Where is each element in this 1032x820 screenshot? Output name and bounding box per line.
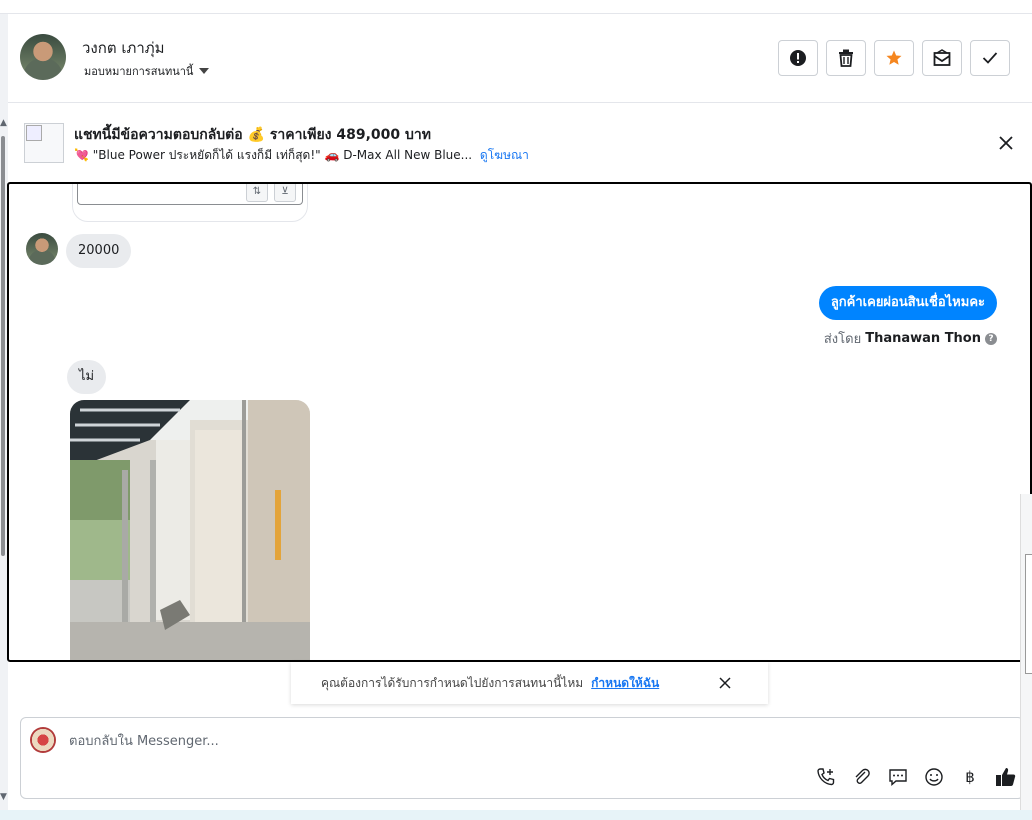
emoji-icon[interactable] bbox=[923, 766, 945, 788]
sent-by-info: ส่งโดย Thanawan Thon ? bbox=[824, 328, 997, 349]
ad-subtitle: 💘 "Blue Power ประหยัดก็ได้ แรงก็มี เท่ก็… bbox=[74, 146, 529, 165]
trash-icon bbox=[839, 49, 853, 67]
conversation-header: วงกต เภาภุ่ม มอบหมายการสนทนานี้ bbox=[8, 14, 1032, 103]
delete-button[interactable] bbox=[826, 40, 866, 76]
sent-by-prefix: ส่งโดย bbox=[823, 332, 862, 347]
mark-unread-button[interactable] bbox=[922, 40, 962, 76]
page-avatar bbox=[30, 727, 56, 753]
top-border bbox=[0, 0, 1032, 14]
saved-reply-icon[interactable] bbox=[887, 766, 909, 788]
help-icon[interactable]: ? bbox=[985, 332, 997, 345]
envelope-icon bbox=[933, 49, 951, 66]
filter-icon[interactable]: ⊻ bbox=[274, 184, 296, 202]
contact-name[interactable]: วงกต เภาภุ่ม bbox=[82, 36, 165, 60]
suggestion-text: คุณต้องการได้รับการกำหนดไปยังการสนทนานี้… bbox=[321, 675, 584, 690]
reply-input[interactable] bbox=[69, 730, 769, 752]
caret-down-icon bbox=[199, 68, 210, 74]
sort-icon[interactable]: ⇅ bbox=[246, 184, 268, 202]
scrollbar-thumb[interactable] bbox=[1, 136, 5, 556]
form-text-field[interactable]: ⇅ ⊻ bbox=[77, 184, 303, 205]
mark-done-button[interactable] bbox=[970, 40, 1010, 76]
reply-composer: ฿ bbox=[20, 717, 1024, 799]
form-card: ⇅ ⊻ bbox=[72, 184, 308, 222]
paperclip-icon[interactable] bbox=[851, 766, 873, 788]
contact-avatar-small bbox=[26, 233, 58, 265]
phone-plus-icon[interactable] bbox=[815, 766, 837, 788]
message-thread[interactable]: ⇅ ⊻ 20000 ลูกค้าเคยผ่อนสินเชื่อไหมคะ ส่ง… bbox=[7, 182, 1032, 662]
incoming-message: ไม่ bbox=[67, 360, 107, 394]
assign-to-me-link[interactable]: กำหนดให้ฉัน bbox=[591, 674, 659, 693]
assign-suggestion-toast: คุณต้องการได้รับการกำหนดไปยังการสนทนานี้… bbox=[291, 662, 768, 704]
contact-avatar[interactable] bbox=[20, 34, 66, 80]
ad-thumbnail[interactable] bbox=[24, 123, 64, 163]
ad-subtitle-text: 💘 "Blue Power ประหยัดก็ได้ แรงก็มี เท่ก็… bbox=[74, 148, 473, 162]
svg-text:฿: ฿ bbox=[965, 768, 975, 786]
bottom-strip bbox=[0, 810, 1032, 820]
view-ad-link[interactable]: ดูโฆษณา bbox=[480, 148, 529, 162]
side-panel-edge bbox=[1020, 494, 1032, 820]
incoming-message: 20000 bbox=[66, 234, 132, 268]
side-panel-card bbox=[1025, 554, 1032, 674]
assign-label: มอบหมายการสนทนานี้ bbox=[84, 65, 194, 78]
assign-conversation-dropdown[interactable]: มอบหมายการสนทนานี้ bbox=[84, 62, 210, 80]
alert-icon bbox=[790, 50, 806, 66]
scroll-up-arrow-icon[interactable]: ▲ bbox=[0, 118, 7, 128]
close-icon[interactable] bbox=[996, 133, 1016, 153]
composer-tools: ฿ bbox=[815, 766, 1017, 788]
incoming-photo[interactable] bbox=[70, 400, 310, 660]
header-actions bbox=[778, 40, 1010, 76]
mark-spam-button[interactable] bbox=[778, 40, 818, 76]
sent-by-agent: Thanawan Thon bbox=[865, 331, 981, 346]
star-button[interactable] bbox=[874, 40, 914, 76]
check-icon bbox=[982, 52, 998, 64]
thumbs-up-icon[interactable] bbox=[995, 766, 1017, 788]
scroll-down-arrow-icon[interactable]: ▼ bbox=[0, 792, 7, 802]
ad-context-banner: แชทนี้มีข้อความตอบกลับต่อ 💰 ราคาเพียง 48… bbox=[8, 103, 1032, 183]
baht-icon[interactable]: ฿ bbox=[959, 766, 981, 788]
close-icon[interactable] bbox=[718, 676, 732, 690]
ad-title: แชทนี้มีข้อความตอบกลับต่อ 💰 ราคาเพียง 48… bbox=[74, 127, 432, 143]
outgoing-message: ลูกค้าเคยผ่อนสินเชื่อไหมคะ bbox=[818, 286, 997, 320]
star-icon bbox=[886, 50, 902, 65]
